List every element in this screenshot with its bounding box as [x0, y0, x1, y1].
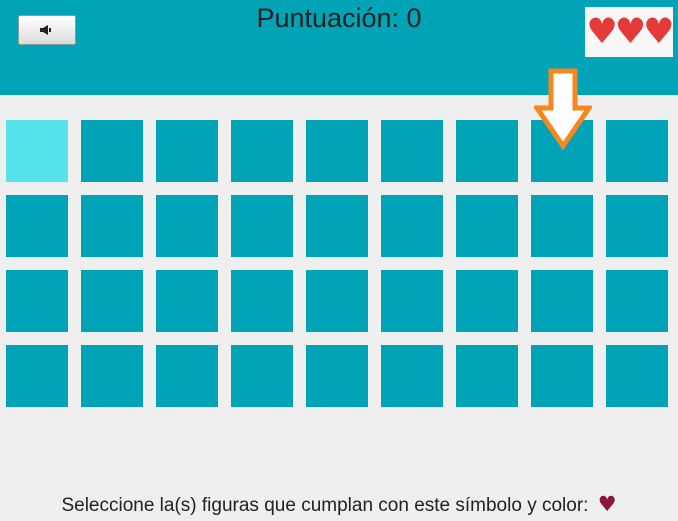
tile-r1-c1[interactable]	[6, 120, 68, 182]
down-arrow-icon	[534, 68, 592, 150]
game-screen: Puntuación: 0 ♥♥♥ Seleccione la(s) figur…	[0, 0, 678, 521]
tile-r2-c2[interactable]	[81, 195, 143, 257]
lives-hearts: ♥♥♥	[585, 7, 675, 57]
tile-r2-c1[interactable]	[6, 195, 68, 257]
instruction-text: Seleccione la(s) figuras que cumplan con…	[0, 492, 678, 517]
tile-r1-c4[interactable]	[231, 120, 293, 182]
tile-r3-c6[interactable]	[381, 270, 443, 332]
tile-r3-c4[interactable]	[231, 270, 293, 332]
tile-r3-c8[interactable]	[531, 270, 593, 332]
target-heart-icon: ♥	[597, 492, 617, 516]
tile-r2-c3[interactable]	[156, 195, 218, 257]
tile-r3-c9[interactable]	[606, 270, 668, 332]
tile-r4-c5[interactable]	[306, 345, 368, 407]
tile-r4-c9[interactable]	[606, 345, 668, 407]
tile-r1-c7[interactable]	[456, 120, 518, 182]
tile-r1-c3[interactable]	[156, 120, 218, 182]
tile-r4-c7[interactable]	[456, 345, 518, 407]
tile-r3-c1[interactable]	[6, 270, 68, 332]
tile-r1-c2[interactable]	[81, 120, 143, 182]
tile-r3-c7[interactable]	[456, 270, 518, 332]
tile-r4-c6[interactable]	[381, 345, 443, 407]
tile-r4-c2[interactable]	[81, 345, 143, 407]
score-label: Puntuación: 0	[256, 3, 422, 33]
tile-r2-c8[interactable]	[531, 195, 593, 257]
tile-r1-c9[interactable]	[606, 120, 668, 182]
tile-r3-c5[interactable]	[306, 270, 368, 332]
tile-r2-c5[interactable]	[306, 195, 368, 257]
tile-r4-c4[interactable]	[231, 345, 293, 407]
instruction-label: Seleccione la(s) figuras que cumplan con…	[61, 495, 589, 516]
tile-r2-c6[interactable]	[381, 195, 443, 257]
tile-r2-c4[interactable]	[231, 195, 293, 257]
tile-r3-c3[interactable]	[156, 270, 218, 332]
tile-r4-c8[interactable]	[531, 345, 593, 407]
tile-r4-c3[interactable]	[156, 345, 218, 407]
tile-r2-c7[interactable]	[456, 195, 518, 257]
tile-r4-c1[interactable]	[6, 345, 68, 407]
tile-r3-c2[interactable]	[81, 270, 143, 332]
tile-r2-c9[interactable]	[606, 195, 668, 257]
tile-r1-c5[interactable]	[306, 120, 368, 182]
tile-r1-c6[interactable]	[381, 120, 443, 182]
